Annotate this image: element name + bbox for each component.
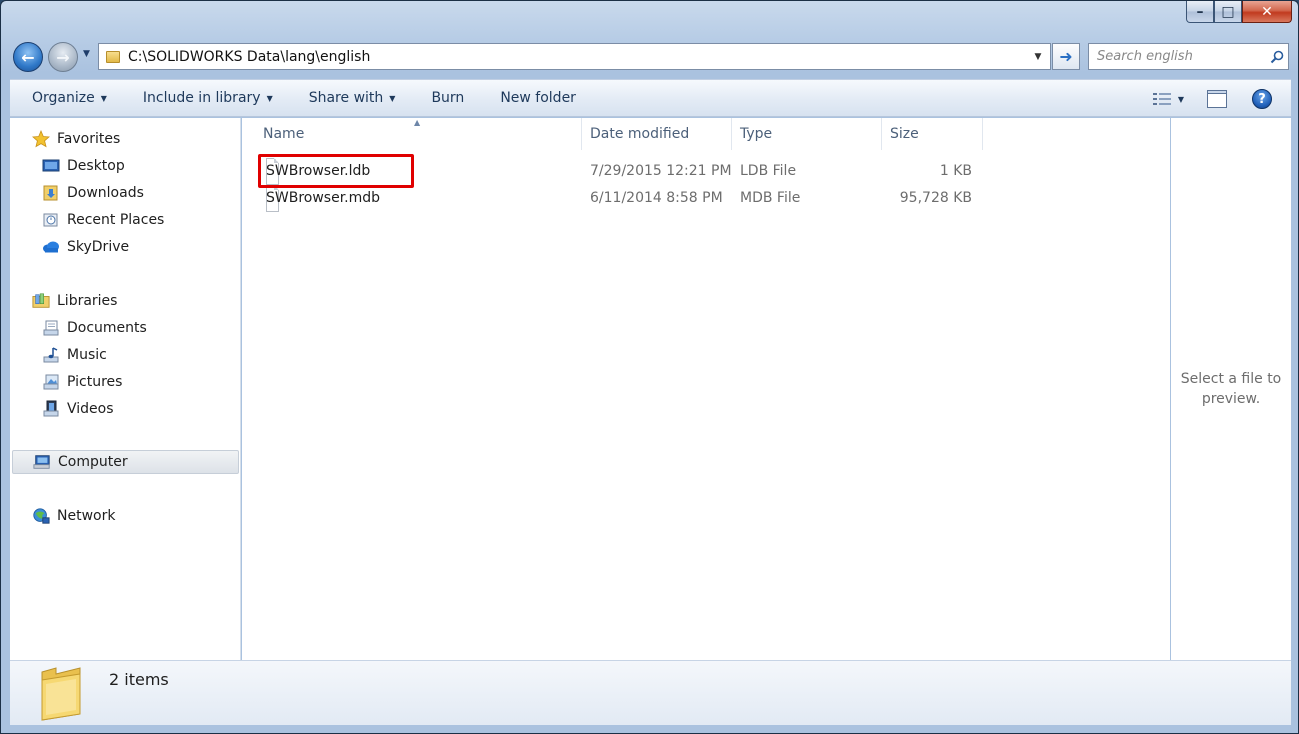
chevron-down-icon: ▼ (389, 93, 396, 103)
file-date: 7/29/2015 12:21 PM (590, 163, 732, 179)
forward-arrow-icon: → (56, 47, 70, 67)
music-icon (42, 346, 60, 364)
address-path[interactable]: C:\SOLIDWORKS Data\lang\english (128, 49, 1026, 65)
go-button[interactable]: ➜ (1052, 43, 1080, 70)
command-bar: Organize ▼ Include in library ▼ Share wi… (10, 79, 1291, 117)
include-in-library-label: Include in library (142, 90, 261, 106)
folder-icon (106, 50, 120, 63)
view-options-dropdown-icon[interactable]: ▼ (1178, 95, 1184, 104)
file-size: 95,728 KB (899, 190, 972, 206)
libraries-icon (32, 292, 50, 310)
column-header-date-modified[interactable]: Date modified (582, 118, 732, 150)
sidebar-item-favorites[interactable]: Favorites (32, 127, 120, 151)
new-folder-label: New folder (500, 90, 576, 106)
preview-message: Select a file to preview. (1180, 371, 1282, 407)
sort-ascending-icon: ▲ (414, 118, 421, 127)
include-in-library-menu[interactable]: Include in library ▼ (143, 90, 273, 106)
preview-pane: Select a file to preview. (1171, 118, 1291, 660)
sidebar-item-downloads[interactable]: Downloads (42, 181, 144, 205)
sidebar-item-pictures[interactable]: Pictures (42, 370, 122, 394)
pictures-icon (42, 373, 60, 391)
minimize-button[interactable]: – (1186, 1, 1214, 23)
file-type: MDB File (740, 190, 801, 206)
table-row[interactable]: SWBrowser.ldb 7/29/2015 12:21 PM LDB Fil… (242, 158, 982, 185)
sidebar-item-music[interactable]: Music (42, 343, 107, 367)
sidebar-item-label: Videos (67, 401, 114, 417)
maximize-button[interactable]: □ (1214, 1, 1242, 23)
go-arrow-icon: ➜ (1059, 47, 1073, 66)
sidebar-item-label: Downloads (67, 185, 144, 201)
file-list: Name ▲ Date modified Type Size SWBrowser… (242, 118, 1170, 660)
navigation-pane: Favorites Desktop Downloads Recent Place… (10, 118, 241, 660)
sidebar-item-documents[interactable]: Documents (42, 316, 147, 340)
sidebar-item-desktop[interactable]: Desktop (42, 154, 125, 178)
column-header-size[interactable]: Size (882, 118, 983, 150)
column-header-label: Name (263, 126, 305, 142)
help-icon[interactable]: ? (1252, 89, 1272, 109)
recent-pages-dropdown[interactable]: ▼ (83, 49, 90, 59)
view-controls: ▼ ? (1150, 80, 1291, 118)
forward-button[interactable]: → (48, 42, 78, 72)
desktop-icon (42, 157, 60, 175)
skydrive-icon (42, 238, 60, 256)
sidebar-item-computer[interactable]: Computer (12, 450, 239, 474)
sidebar-item-label: SkyDrive (67, 239, 130, 255)
column-header-type[interactable]: Type (732, 118, 882, 150)
new-folder-button[interactable]: New folder (500, 90, 576, 106)
sidebar-item-recent-places[interactable]: Recent Places (42, 208, 164, 232)
sidebar-item-label: Pictures (67, 374, 123, 390)
share-with-menu[interactable]: Share with ▼ (309, 90, 396, 106)
downloads-icon (42, 184, 60, 202)
address-dropdown-icon[interactable]: ▼ (1026, 52, 1050, 62)
sidebar-item-label: Documents (67, 320, 147, 336)
file-name: SWBrowser.mdb (266, 190, 381, 206)
sidebar-item-label: Recent Places (67, 212, 165, 228)
table-row[interactable]: SWBrowser.mdb 6/11/2014 8:58 PM MDB File… (242, 185, 982, 212)
sidebar-item-label: Computer (58, 454, 128, 470)
change-view-icon[interactable] (1150, 92, 1174, 106)
column-header-label: Size (890, 126, 919, 142)
chevron-down-icon: ▼ (266, 93, 273, 103)
search-icon[interactable] (1266, 50, 1288, 64)
chevron-down-icon: ▼ (100, 93, 107, 103)
burn-label: Burn (431, 90, 465, 106)
back-arrow-icon: ← (21, 47, 35, 67)
sidebar-item-videos[interactable]: Videos (42, 397, 114, 421)
caption-buttons: – □ ✕ (1186, 1, 1292, 23)
details-pane: 2 items (10, 660, 1291, 725)
file-date: 6/11/2014 8:58 PM (590, 190, 723, 206)
recent-places-icon (42, 211, 60, 229)
search-input[interactable] (1089, 44, 1266, 69)
sidebar-item-label: Music (67, 347, 107, 363)
address-bar[interactable]: C:\SOLIDWORKS Data\lang\english ▼ (98, 43, 1051, 70)
column-header-label: Date modified (590, 126, 690, 142)
organize-menu[interactable]: Organize ▼ (32, 90, 107, 106)
share-with-label: Share with (308, 90, 384, 106)
close-button[interactable]: ✕ (1242, 1, 1292, 23)
file-type: LDB File (740, 163, 797, 179)
sidebar-item-label: Network (57, 508, 116, 524)
file-name: SWBrowser.ldb (266, 163, 371, 179)
sidebar-item-label: Libraries (57, 293, 118, 309)
sidebar-item-skydrive[interactable]: SkyDrive (42, 235, 129, 259)
folder-icon (36, 666, 86, 726)
star-icon (32, 130, 50, 148)
computer-icon (33, 453, 51, 471)
search-box[interactable] (1088, 43, 1289, 70)
explorer-window: – □ ✕ ← → ▼ C:\SOLIDWORKS Data\lang\engl… (0, 0, 1299, 734)
burn-button[interactable]: Burn (431, 90, 464, 106)
videos-icon (42, 400, 60, 418)
sidebar-item-libraries[interactable]: Libraries (32, 289, 117, 313)
item-count: 2 items (109, 670, 169, 689)
sidebar-item-label: Favorites (57, 131, 121, 147)
network-icon (32, 507, 50, 525)
sidebar-item-label: Desktop (67, 158, 125, 174)
organize-label: Organize (32, 90, 95, 106)
column-header-label: Type (740, 126, 773, 142)
preview-pane-icon[interactable] (1206, 90, 1228, 108)
sidebar-item-network[interactable]: Network (32, 504, 115, 528)
file-size: 1 KB (939, 163, 972, 179)
documents-icon (42, 319, 60, 337)
back-button[interactable]: ← (13, 42, 43, 72)
